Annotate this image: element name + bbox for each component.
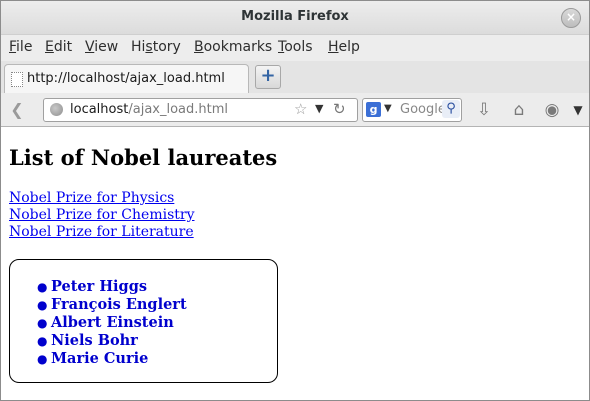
search-input[interactable]: g ▼ Google ⚲	[362, 98, 462, 122]
menu-help[interactable]: Help	[328, 39, 360, 55]
page-favicon-icon	[11, 72, 23, 87]
link-chemistry[interactable]: Nobel Prize for Chemistry	[9, 207, 195, 224]
laureates-box: ● Peter Higgs ● François Englert ● Albert E…	[9, 259, 278, 383]
search-engine-chevron-icon[interactable]: ▼	[384, 103, 392, 114]
menu-bookmarks[interactable]: Bookmarks	[194, 39, 272, 55]
star-icon[interactable]: ☆	[294, 100, 307, 118]
home-icon[interactable]: ⌂	[508, 99, 530, 121]
tab-label: http://localhost/ajax_load.html	[27, 71, 225, 86]
menu-edit[interactable]: Edit	[45, 39, 72, 55]
globe-icon	[50, 103, 63, 116]
page-content: List of Nobel laureates Nobel Prize for …	[1, 127, 589, 400]
menu-view[interactable]: View	[85, 39, 118, 55]
window-title: Mozilla Firefox	[241, 9, 349, 24]
search-engine-icon[interactable]: g	[366, 102, 381, 117]
list-item: ● François Englert	[37, 296, 187, 313]
chevron-down-icon[interactable]: ▼	[315, 102, 323, 115]
close-window-button[interactable]: ×	[561, 8, 581, 28]
laureates-list: ● Peter Higgs ● François Englert ● Albert E…	[37, 278, 187, 368]
menu-history[interactable]: History	[131, 39, 181, 55]
tab-ajax-load[interactable]: http://localhost/ajax_load.html	[4, 64, 249, 93]
title-bar[interactable]: Mozilla Firefox ×	[1, 1, 589, 35]
search-placeholder: Google	[400, 102, 446, 117]
back-arrow-icon[interactable]: ❮	[7, 100, 27, 120]
list-item: ● Niels Bohr	[37, 332, 138, 349]
reload-icon[interactable]: ↻	[333, 100, 346, 118]
new-tab-button[interactable]: +	[255, 65, 281, 89]
puzzle-icon[interactable]: ◉	[541, 99, 563, 121]
page-heading: List of Nobel laureates	[9, 145, 278, 170]
search-icon[interactable]: ⚲	[442, 100, 460, 118]
prize-links: Nobel Prize for Physics Nobel Prize for …	[9, 190, 195, 241]
link-physics[interactable]: Nobel Prize for Physics	[9, 190, 195, 207]
browser-window: Mozilla Firefox × File Edit View History…	[0, 0, 590, 401]
list-item: ● Peter Higgs	[37, 278, 147, 295]
url-text[interactable]: localhost/ajax_load.html	[70, 102, 228, 117]
navigation-toolbar: ❮ localhost/ajax_load.html ☆ ▼ ↻ g ▼ Goo…	[1, 93, 589, 127]
menu-bar: File Edit View History Bookmarks Tools H…	[1, 35, 589, 61]
download-icon[interactable]: ⇩	[473, 99, 495, 121]
url-bar[interactable]: localhost/ajax_load.html ☆ ▼ ↻	[43, 98, 358, 122]
menu-chevron-icon[interactable]: ▼	[567, 99, 589, 121]
menu-tools[interactable]: Tools	[278, 39, 313, 55]
link-literature[interactable]: Nobel Prize for Literature	[9, 224, 195, 241]
menu-file[interactable]: File	[9, 39, 32, 55]
list-item: ● Albert Einstein	[37, 314, 174, 331]
list-item: ● Marie Curie	[37, 350, 149, 367]
tab-strip: http://localhost/ajax_load.html	[1, 61, 589, 94]
